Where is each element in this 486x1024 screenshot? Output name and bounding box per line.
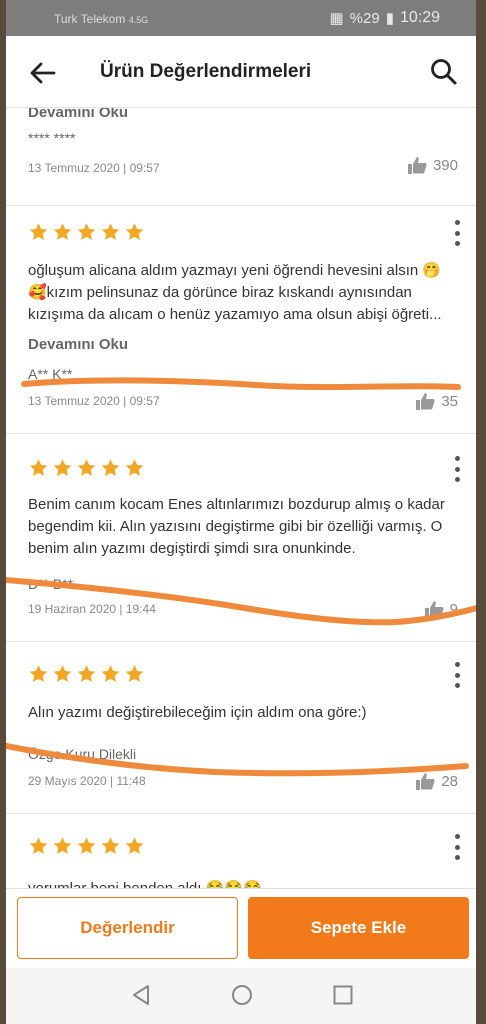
review-author: D** B** bbox=[28, 576, 74, 592]
time-label: 10:29 bbox=[399, 9, 440, 26]
star-icon bbox=[77, 459, 96, 476]
review-text: oğluşum alicana aldım yazmayı yeni öğren… bbox=[28, 262, 442, 323]
review-text: Benim canım kocam Enes altınlarımızı boz… bbox=[28, 496, 445, 557]
vibrate-icon: ▦ bbox=[329, 10, 344, 27]
battery-icon: ▮ bbox=[385, 10, 394, 27]
back-arrow-icon[interactable] bbox=[28, 58, 58, 88]
star-icon bbox=[101, 459, 120, 476]
battery-label: %29 bbox=[349, 9, 380, 27]
star-icon bbox=[101, 665, 120, 682]
star-icon bbox=[53, 665, 72, 682]
star-icon bbox=[125, 837, 144, 854]
star-icon bbox=[29, 837, 48, 854]
like-button[interactable]: 28 bbox=[415, 772, 458, 790]
review-author: Özge Kuru Dilekli bbox=[28, 746, 137, 762]
review-author: **** **** bbox=[28, 130, 76, 146]
thumbs-up-icon bbox=[416, 393, 435, 410]
review-card: Devamını Oku **** **** 13 Temmuz 2020 | … bbox=[6, 108, 476, 206]
like-button[interactable]: 9 bbox=[424, 600, 458, 618]
star-icon bbox=[101, 223, 120, 240]
review-card: yorumlar beni benden aldı 😂😂😂 bbox=[6, 814, 476, 888]
rating-stars bbox=[28, 458, 145, 478]
search-icon[interactable] bbox=[428, 56, 460, 88]
star-icon bbox=[77, 665, 96, 682]
add-to-cart-button[interactable]: Sepete Ekle bbox=[248, 897, 469, 959]
read-more-link[interactable]: Devamını Oku bbox=[28, 336, 128, 353]
star-icon bbox=[125, 665, 144, 682]
like-count: 9 bbox=[449, 600, 458, 618]
more-options-icon[interactable] bbox=[452, 220, 462, 246]
more-options-icon[interactable] bbox=[452, 662, 462, 688]
star-icon bbox=[53, 459, 72, 476]
star-icon bbox=[29, 223, 48, 240]
thumbs-up-icon bbox=[416, 773, 435, 790]
review-date: 29 Mayıs 2020 | 11:48 bbox=[28, 774, 146, 788]
review-date: 13 Temmuz 2020 | 09:57 bbox=[28, 394, 160, 408]
system-nav-bar bbox=[6, 968, 476, 1024]
rating-stars bbox=[28, 664, 145, 684]
page-title: Ürün Değerlendirmeleri bbox=[100, 61, 312, 82]
star-icon bbox=[53, 837, 72, 854]
review-text: yorumlar beni benden aldı 😂😂😂 bbox=[28, 878, 456, 888]
rating-stars bbox=[28, 836, 145, 856]
like-count: 28 bbox=[441, 772, 458, 790]
review-card: Benim canım kocam Enes altınlarımızı boz… bbox=[6, 434, 476, 642]
more-options-icon[interactable] bbox=[452, 456, 462, 482]
thumbs-up-icon bbox=[407, 157, 427, 174]
star-icon bbox=[125, 223, 144, 240]
status-right: ▦ %29 ▮ 10:29 bbox=[329, 9, 440, 27]
rating-stars bbox=[28, 222, 145, 242]
recents-nav-icon[interactable] bbox=[332, 984, 354, 1006]
star-icon bbox=[29, 665, 48, 682]
back-nav-icon[interactable] bbox=[130, 984, 152, 1006]
like-count: 35 bbox=[441, 392, 458, 410]
app-bar: Ürün Değerlendirmeleri bbox=[6, 36, 476, 108]
screen: Turk Telekom 4.5G ▦ %29 ▮ 10:29 Ürün Değ… bbox=[6, 0, 476, 1024]
like-button[interactable]: 35 bbox=[415, 392, 458, 410]
star-icon bbox=[101, 837, 120, 854]
review-date: 19 Haziran 2020 | 19:44 bbox=[28, 602, 156, 616]
like-button[interactable]: 390 bbox=[407, 156, 458, 174]
carrier-label: Turk Telekom 4.5G bbox=[54, 12, 149, 26]
status-bar: Turk Telekom 4.5G ▦ %29 ▮ 10:29 bbox=[6, 0, 476, 36]
like-count: 390 bbox=[432, 156, 458, 174]
review-author: A** K** bbox=[28, 366, 73, 382]
review-card: Alın yazımı değiştirebileceğim için aldı… bbox=[6, 642, 476, 814]
review-date: 13 Temmuz 2020 | 09:57 bbox=[28, 161, 160, 175]
review-card: oğluşum alicana aldım yazmayı yeni öğren… bbox=[6, 206, 476, 434]
star-icon bbox=[29, 459, 48, 476]
review-button[interactable]: Değerlendir bbox=[17, 897, 238, 959]
star-icon bbox=[77, 223, 96, 240]
home-nav-icon[interactable] bbox=[231, 984, 253, 1006]
thumbs-up-icon bbox=[424, 601, 444, 618]
bottom-action-bar: Değerlendir Sepete Ekle bbox=[6, 888, 476, 968]
more-options-icon[interactable] bbox=[452, 834, 462, 860]
star-icon bbox=[125, 459, 144, 476]
read-more-link[interactable]: Devamını Oku bbox=[28, 108, 128, 121]
review-text: Alın yazımı değiştirebileceğim için aldı… bbox=[28, 704, 367, 721]
star-icon bbox=[53, 223, 72, 240]
star-icon bbox=[77, 837, 96, 854]
reviews-list[interactable]: Devamını Oku **** **** 13 Temmuz 2020 | … bbox=[6, 108, 476, 888]
